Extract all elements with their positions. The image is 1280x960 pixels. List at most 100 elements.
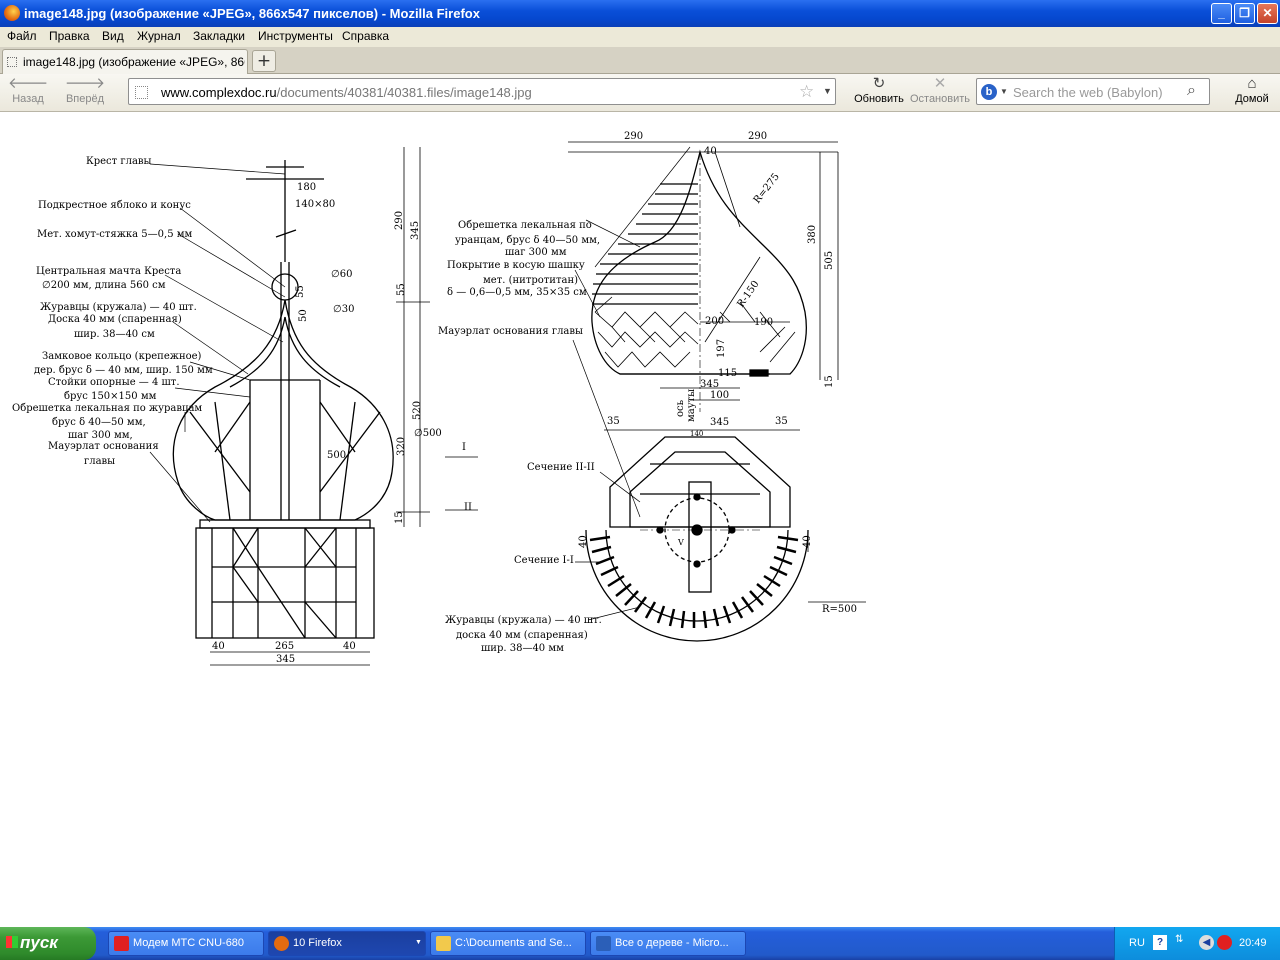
url-dropdown-icon[interactable]: ▼ bbox=[823, 86, 832, 96]
dim-180: 180 bbox=[297, 182, 316, 193]
label-lock-ring-size: дер. брус δ — 40 мм, шир. 150 мм bbox=[34, 365, 213, 376]
label-section-II: Сечение II-II bbox=[527, 462, 595, 473]
forward-button[interactable]: 🡒 Вперёд bbox=[62, 75, 108, 106]
label-r-ribs-2: доска 40 мм (спаренная) bbox=[456, 630, 588, 641]
start-button[interactable]: пуск bbox=[0, 927, 96, 960]
label-lathing-size: брус δ 40—50 мм, bbox=[52, 417, 146, 428]
label-cross: Крест главы bbox=[86, 156, 152, 167]
taskbar-item-label: Модем МТС CNU-680 bbox=[133, 937, 245, 949]
dim-55b: 55 bbox=[396, 283, 407, 296]
label-section-I: Сечение I-I bbox=[514, 555, 574, 566]
system-tray: RU ? ⇅ ◀ 20:49 bbox=[1114, 927, 1280, 960]
home-button[interactable]: ⌂ Домой bbox=[1232, 76, 1272, 106]
label-mast: Центральная мачта Креста bbox=[36, 266, 181, 277]
search-bar[interactable]: b ▼ Search the web (Babylon) ⌕ bbox=[976, 78, 1210, 105]
close-button[interactable]: ✕ bbox=[1257, 3, 1278, 24]
bookmark-star-icon[interactable]: ☆ bbox=[799, 82, 814, 102]
tab-image148[interactable]: image148.jpg (изображение «JPEG», 866x..… bbox=[2, 49, 248, 74]
url-text[interactable]: www.complexdoc.ru/documents/40381/40381.… bbox=[161, 85, 532, 100]
engine-dropdown-icon[interactable]: ▼ bbox=[1000, 87, 1008, 96]
dim-r-290b: 290 bbox=[748, 131, 767, 142]
tab-bar: image148.jpg (изображение «JPEG», 866x..… bbox=[0, 47, 1280, 74]
image-viewport: Крест главы Подкрестное яблоко и конус М… bbox=[0, 112, 1280, 927]
search-icon[interactable]: ⌕ bbox=[1187, 82, 1196, 100]
menu-file[interactable]: Файл bbox=[7, 29, 37, 43]
reload-label: Обновить bbox=[854, 93, 904, 105]
taskbar-item-explorer[interactable]: C:\Documents and Se... bbox=[430, 931, 586, 956]
minimize-button[interactable]: _ bbox=[1211, 3, 1232, 24]
dim-r-35b: 35 bbox=[775, 416, 788, 427]
dim-40b: 40 bbox=[343, 641, 356, 652]
menu-history[interactable]: Журнал bbox=[137, 29, 181, 43]
label-r-lathing-3: шаг 300 мм bbox=[505, 247, 567, 258]
right-elevation bbox=[568, 141, 839, 518]
back-arrow-icon: 🡐 bbox=[8, 75, 49, 92]
dim-r-197: 197 bbox=[716, 339, 727, 358]
home-label: Домой bbox=[1235, 93, 1269, 105]
reload-icon: ↻ bbox=[872, 75, 886, 92]
label-apple: Подкрестное яблоко и конус bbox=[38, 200, 191, 211]
label-axis: ось bbox=[675, 399, 686, 417]
modem-app-icon bbox=[114, 936, 129, 951]
taskbar-item-modem[interactable]: Модем МТС CNU-680 bbox=[108, 931, 264, 956]
label-lathing-step: шаг 300 мм, bbox=[68, 430, 133, 441]
taskbar-item-label: C:\Documents and Se... bbox=[455, 937, 572, 949]
menu-edit[interactable]: Правка bbox=[49, 29, 90, 43]
menu-help[interactable]: Справка bbox=[342, 29, 389, 43]
back-tray-icon[interactable]: ◀ bbox=[1199, 935, 1214, 950]
dim-55a: 55 bbox=[295, 285, 306, 298]
dim-r-R500: R=500 bbox=[822, 604, 857, 615]
help-icon[interactable]: ? bbox=[1153, 935, 1167, 950]
forward-label: Вперёд bbox=[65, 93, 105, 105]
label-supports-size: брус 150×150 мм bbox=[64, 391, 157, 402]
menu-tools[interactable]: Инструменты bbox=[258, 29, 333, 43]
menu-bookmarks[interactable]: Закладки bbox=[193, 29, 245, 43]
dim-r-R150: R-150 bbox=[735, 279, 761, 310]
dim-d30: ∅30 bbox=[333, 304, 354, 315]
language-indicator[interactable]: RU bbox=[1129, 937, 1145, 949]
dim-r-100: 100 bbox=[710, 390, 729, 401]
new-tab-button[interactable]: + bbox=[252, 50, 276, 72]
dim-r-290a: 290 bbox=[624, 131, 643, 142]
taskbar-item-firefox[interactable]: 10 Firefox ▼ bbox=[268, 931, 426, 956]
network-icon[interactable]: ⇅ bbox=[1175, 934, 1183, 945]
reload-button[interactable]: ↻ Обновить bbox=[850, 75, 908, 106]
label-board-width: шир. 38—40 см bbox=[74, 329, 155, 340]
back-button[interactable]: 🡐 Назад bbox=[8, 75, 49, 106]
stop-button[interactable]: ✕ Остановить bbox=[908, 76, 972, 106]
search-placeholder[interactable]: Search the web (Babylon) bbox=[1013, 85, 1163, 100]
navigation-toolbar: 🡐 Назад 🡒 Вперёд www.complexdoc.ru/docum… bbox=[0, 74, 1280, 112]
menu-bar: Файл Правка Вид Журнал Закладки Инструме… bbox=[0, 27, 1280, 47]
left-labels: Крест главы Подкрестное яблоко и конус М… bbox=[12, 156, 472, 665]
dim-520: 520 bbox=[412, 401, 423, 420]
window-title: image148.jpg (изображение «JPEG», 866x54… bbox=[24, 6, 480, 21]
dim-r-200: 200 bbox=[705, 316, 724, 327]
page-icon bbox=[7, 57, 17, 67]
label-r-lathing: Обрешетка лекальная по bbox=[458, 220, 592, 231]
url-bar[interactable]: www.complexdoc.ru/documents/40381/40381.… bbox=[128, 78, 836, 105]
opera-tray-icon[interactable] bbox=[1217, 935, 1232, 950]
clock[interactable]: 20:49 bbox=[1239, 937, 1267, 949]
window-titlebar[interactable]: image148.jpg (изображение «JPEG», 866x54… bbox=[0, 0, 1280, 27]
right-labels: Обрешетка лекальная по уранцам, брус δ 4… bbox=[438, 131, 857, 654]
section-mark-II: II bbox=[464, 502, 472, 513]
babylon-engine-icon[interactable]: b bbox=[981, 84, 997, 100]
label-mast-size: ∅200 мм, длина 560 см bbox=[42, 280, 166, 291]
taskbar-item-word[interactable]: Все о дереве - Micro... bbox=[590, 931, 746, 956]
dim-r-40c: 40 bbox=[578, 535, 589, 548]
forward-arrow-icon: 🡒 bbox=[64, 75, 106, 92]
maximize-button[interactable]: ❐ bbox=[1234, 3, 1255, 24]
label-r-cover-3: δ — 0,6—0,5 мм, 35×35 см bbox=[447, 287, 587, 298]
label-mauerlat-2: главы bbox=[84, 456, 115, 467]
windows-taskbar: пуск Модем МТС CNU-680 10 Firefox ▼ C:\D… bbox=[0, 927, 1280, 960]
label-r-ribs-3: шир. 38—40 мм bbox=[481, 643, 564, 654]
label-lathing: Обрешетка лекальная по журавцам bbox=[12, 403, 202, 414]
label-r-ribs: Журавцы (кружала) — 40 шт. bbox=[445, 615, 602, 626]
dim-r-40d: 40 bbox=[802, 535, 813, 548]
back-label: Назад bbox=[12, 93, 44, 105]
dim-r-380: 380 bbox=[807, 225, 818, 244]
label-ribs: Журавцы (кружала) — 40 шт. bbox=[40, 302, 197, 313]
label-lock-ring: Замковое кольцо (крепежное) bbox=[42, 351, 202, 362]
dim-r-115: 115 bbox=[718, 368, 737, 379]
menu-view[interactable]: Вид bbox=[102, 29, 124, 43]
